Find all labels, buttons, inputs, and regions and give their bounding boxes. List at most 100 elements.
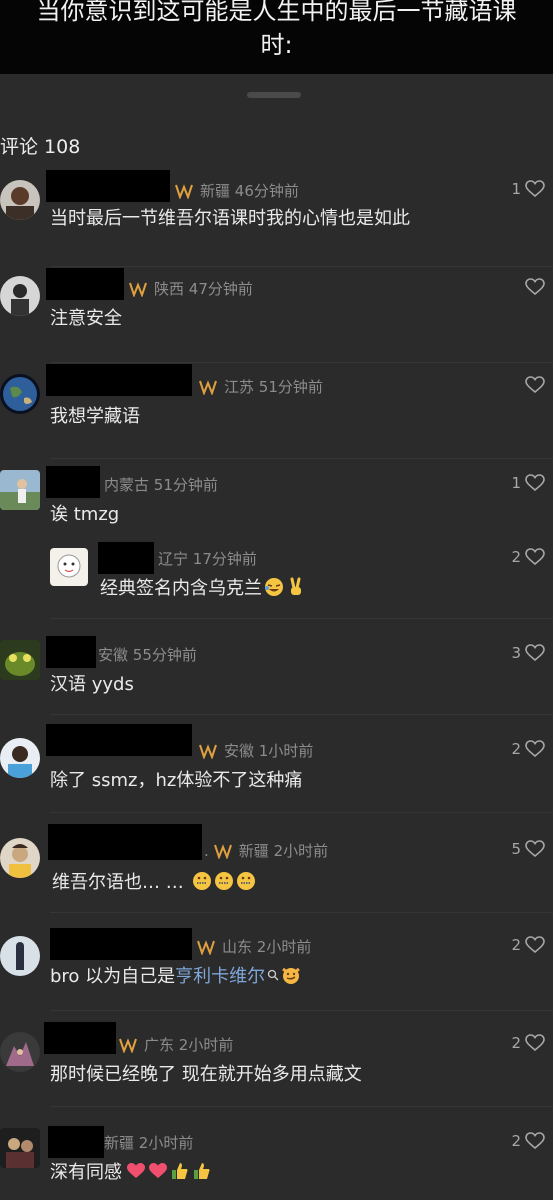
fan-badge-icon [197,939,215,955]
avatar[interactable] [0,470,40,510]
like-count: 5 [511,840,521,858]
avatar[interactable] [0,374,40,414]
comment-item[interactable]: . 新疆 2小时前 维吾尔语也… … 5 [0,824,553,914]
victory-hand-icon [290,577,301,595]
comment-meta: 内蒙古 51分钟前 [104,474,218,495]
username-redacted[interactable] [50,928,192,960]
sheet-drag-handle[interactable] [247,92,301,98]
comment-text-content: 维吾尔语也… … [52,872,184,893]
comment-meta: 广东 2小时前 [118,1034,233,1055]
fan-badge-icon [175,183,193,199]
heart-emoji-icon [149,1163,167,1178]
comment-meta: 安徽 1小时前 [198,740,313,761]
comment-meta: 江苏 51分钟前 [198,376,323,397]
comment-time: 51分钟前 [153,476,218,494]
username-redacted[interactable] [44,1022,116,1054]
avatar[interactable] [50,548,88,586]
like-count: 2 [511,1034,521,1052]
avatar[interactable] [0,738,40,778]
like-count: 1 [511,180,521,198]
avatar[interactable] [0,180,40,220]
like-button[interactable]: 3 [511,644,545,662]
heart-outline-icon [525,278,545,296]
like-button[interactable]: 2 [511,740,545,758]
fan-badge-icon [129,281,147,297]
username-redacted[interactable] [48,1126,104,1158]
like-button[interactable]: 2 [511,1034,545,1052]
fan-badge-icon [213,843,232,859]
comment-text-content: bro 以为自己是 [50,966,176,987]
comment-count: 评论 108 [0,136,81,158]
comment-text: 诶 tmzg [50,504,120,525]
fan-badge-icon [199,379,217,395]
laughing-crying-emoji-icon [265,578,283,596]
comment-meta: 山东 2小时前 [196,936,311,957]
comment-time: 2小时前 [256,938,312,956]
divider [50,1010,553,1011]
comment-time: 51分钟前 [258,378,323,396]
like-button[interactable]: 1 [511,180,545,198]
comment-item[interactable]: 广东 2小时前 那时候已经晚了 现在就开始多用点藏文 2 [0,1022,553,1108]
like-button[interactable] [525,376,545,394]
comment-item[interactable]: 新疆 46分钟前 当时最后一节维吾尔语课时我的心情也是如此 1 [0,170,553,266]
comment-time: 17分钟前 [192,550,257,568]
comment-text-content: 深有同感 [50,1162,122,1183]
username-redacted[interactable] [46,268,124,300]
username-redacted[interactable] [46,724,192,756]
avatar[interactable] [0,1032,40,1072]
divider [50,266,553,267]
heart-outline-icon [525,1034,545,1052]
username-redacted[interactable] [46,466,100,498]
comment-location: 安徽 [98,646,129,664]
like-button[interactable]: 2 [511,1132,545,1150]
like-button[interactable]: 2 [511,548,545,566]
avatar[interactable] [0,640,40,680]
username-redacted[interactable] [46,636,96,668]
heart-outline-icon [525,474,545,492]
divider [50,362,553,363]
like-button[interactable]: 2 [511,936,545,954]
like-button[interactable]: 5 [511,840,545,858]
username-redacted[interactable] [98,542,154,574]
comment-item[interactable]: 安徽 1小时前 除了 ssmz，hz体验不了这种痛 2 [0,724,553,814]
comment-location: 新疆 [200,182,231,200]
divider [50,714,553,715]
comment-location: 辽宁 [158,550,189,568]
comment-item[interactable]: 陕西 47分钟前 注意安全 [0,268,553,364]
comment-item[interactable]: 内蒙古 51分钟前 诶 tmzg 1 [0,466,553,536]
like-count: 2 [511,740,521,758]
username-redacted[interactable] [46,364,192,396]
search-link[interactable]: 亨利卡维尔 [175,962,265,988]
username-redacted[interactable] [46,170,170,202]
comment-location: 新疆 [104,1134,135,1152]
comment-location: 江苏 [224,378,255,396]
comment-location: 陕西 [154,280,185,298]
comment-location: 新疆 [238,842,269,860]
comment-meta: 新疆 46分钟前 [174,180,299,201]
avatar[interactable] [0,276,40,316]
comment-item[interactable]: 江苏 51分钟前 我想学藏语 [0,364,553,460]
avatar[interactable] [0,838,40,878]
fan-badge-icon [119,1037,137,1053]
comment-item[interactable]: 新疆 2小时前 深有同感 2 [0,1124,553,1200]
heart-outline-icon [525,1132,545,1150]
search-icon[interactable] [267,969,279,981]
comment-location: 山东 [222,938,253,956]
username-redacted[interactable] [48,824,202,860]
comment-time: 46分钟前 [234,182,299,200]
like-count: 3 [511,644,521,662]
comment-time: 2小时前 [273,842,329,860]
comment-time: 2小时前 [178,1036,234,1054]
heart-outline-icon [525,644,545,662]
zipper-mouth-emoji-icon [192,872,211,890]
avatar[interactable] [0,936,40,976]
comment-item[interactable]: 安徽 55分钟前 汉语 yyds 3 [0,636,553,716]
reply-item[interactable]: 辽宁 17分钟前 经典签名内含乌克兰 2 [0,540,553,616]
avatar[interactable] [0,1128,40,1168]
comment-text: 注意安全 [50,308,122,329]
comment-item[interactable]: 山东 2小时前 bro 以为自己是 亨利卡维尔 2 [0,928,553,1012]
comment-meta: 安徽 55分钟前 [98,644,197,665]
like-button[interactable]: 1 [511,474,545,492]
like-button[interactable] [525,278,545,296]
divider [50,812,553,813]
